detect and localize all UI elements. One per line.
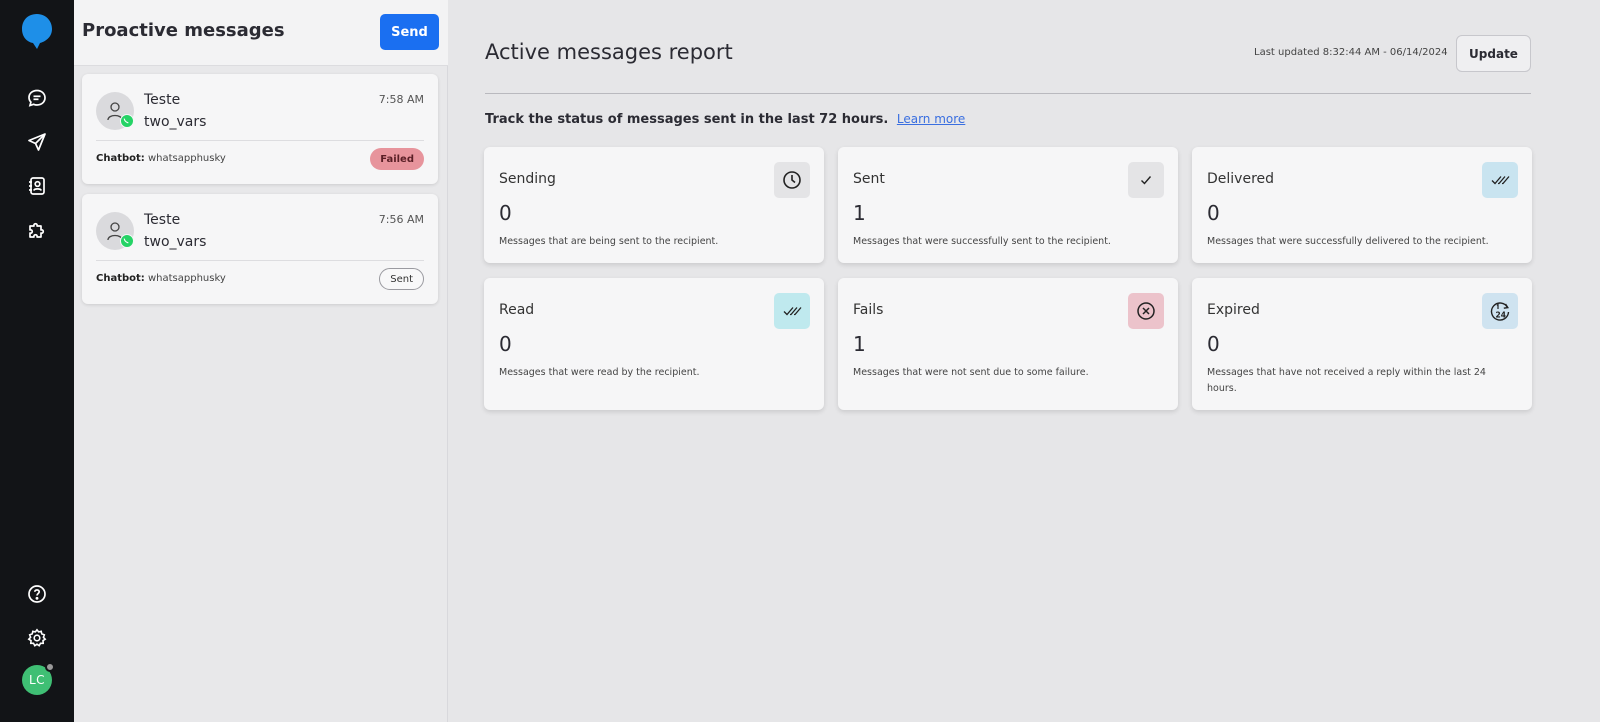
puzzle-icon[interactable]	[23, 216, 51, 244]
card-label: Fails	[853, 302, 884, 318]
track-description: Track the status of messages sent in the…	[485, 112, 965, 127]
app-logo-icon[interactable]	[20, 12, 54, 50]
card-description: Messages that were successfully delivere…	[1207, 236, 1489, 247]
card-label: Sending	[499, 171, 556, 187]
card-value: 0	[499, 201, 512, 225]
template-name: two_vars	[144, 114, 207, 130]
card-divider	[96, 260, 424, 261]
double-check-read-icon	[774, 293, 810, 329]
status-card-expired: Expired 0 Messages that have not receive…	[1192, 278, 1532, 410]
chatbot-info: Chatbot: whatsapphusky	[96, 273, 226, 284]
card-value: 0	[1207, 332, 1220, 356]
double-check-icon	[1482, 162, 1518, 198]
status-card-delivered: Delivered 0 Messages that were successfu…	[1192, 147, 1532, 263]
check-icon	[1128, 162, 1164, 198]
status-badge: Failed	[370, 148, 424, 170]
chatbot-info: Chatbot: whatsapphusky	[96, 153, 226, 164]
status-card-sending: Sending 0 Messages that are being sent t…	[484, 147, 824, 263]
help-icon[interactable]	[23, 580, 51, 608]
card-label: Read	[499, 302, 535, 318]
contacts-icon[interactable]	[23, 172, 51, 200]
card-description: Messages that were successfully sent to …	[853, 236, 1111, 247]
gear-icon[interactable]	[23, 624, 51, 652]
message-card[interactable]: Teste two_vars 7:58 AM Chatbot: whatsapp…	[82, 74, 438, 184]
chatbot-name: whatsapphusky	[147, 153, 226, 164]
x-circle-icon	[1128, 293, 1164, 329]
contact-name: Teste	[144, 212, 181, 228]
status-card-sent: Sent 1 Messages that were successfully s…	[838, 147, 1178, 263]
card-label: Delivered	[1207, 171, 1275, 187]
panel-title: Proactive messages	[82, 20, 285, 41]
svg-text:24: 24	[1496, 311, 1506, 320]
chatbot-label: Chatbot:	[96, 153, 145, 164]
presence-indicator	[45, 662, 55, 672]
avatar-initials: LC	[28, 673, 46, 687]
whatsapp-icon	[120, 114, 134, 128]
card-divider	[96, 140, 424, 141]
last-updated-text: Last updated 8:32:44 AM - 06/14/2024	[1254, 47, 1448, 58]
status-card-fails: Fails 1 Messages that were not sent due …	[838, 278, 1178, 410]
message-card[interactable]: Teste two_vars 7:56 AM Chatbot: whatsapp…	[82, 194, 438, 304]
24h-icon: 24	[1482, 293, 1518, 329]
sidebar-nav: LC	[0, 0, 74, 722]
status-badge: Sent	[379, 268, 424, 290]
template-name: two_vars	[144, 234, 207, 250]
chat-icon[interactable]	[23, 84, 51, 112]
user-avatar[interactable]: LC	[22, 662, 55, 695]
card-description: Messages that have not received a reply …	[1207, 367, 1486, 394]
update-button[interactable]: Update	[1456, 35, 1531, 72]
track-text: Track the status of messages sent in the…	[485, 112, 889, 127]
report-main: Active messages report Last updated 8:32…	[448, 0, 1600, 722]
card-label: Expired	[1207, 302, 1260, 318]
send-icon[interactable]	[23, 128, 51, 156]
whatsapp-icon	[120, 234, 134, 248]
card-value: 1	[853, 332, 866, 356]
learn-more-link[interactable]: Learn more	[897, 112, 965, 126]
card-value: 0	[1207, 201, 1220, 225]
contact-name: Teste	[144, 92, 181, 108]
send-button[interactable]: Send	[380, 14, 439, 50]
card-description: Messages that were not sent due to some …	[853, 367, 1089, 378]
proactive-messages-panel: Proactive messages Send Teste two_vars 7…	[74, 0, 448, 722]
header-divider	[485, 93, 1531, 94]
message-time: 7:56 AM	[378, 213, 424, 226]
card-value: 1	[853, 201, 866, 225]
panel-header: Proactive messages Send	[74, 0, 448, 66]
card-label: Sent	[853, 171, 885, 187]
status-card-read: Read 0 Messages that were read by the re…	[484, 278, 824, 410]
card-value: 0	[499, 332, 512, 356]
card-description: Messages that are being sent to the reci…	[499, 236, 719, 247]
page-title: Active messages report	[485, 40, 733, 64]
chatbot-label: Chatbot:	[96, 273, 145, 284]
card-description: Messages that were read by the recipient…	[499, 367, 700, 378]
message-time: 7:58 AM	[378, 93, 424, 106]
clock-icon	[774, 162, 810, 198]
chatbot-name: whatsapphusky	[147, 273, 226, 284]
